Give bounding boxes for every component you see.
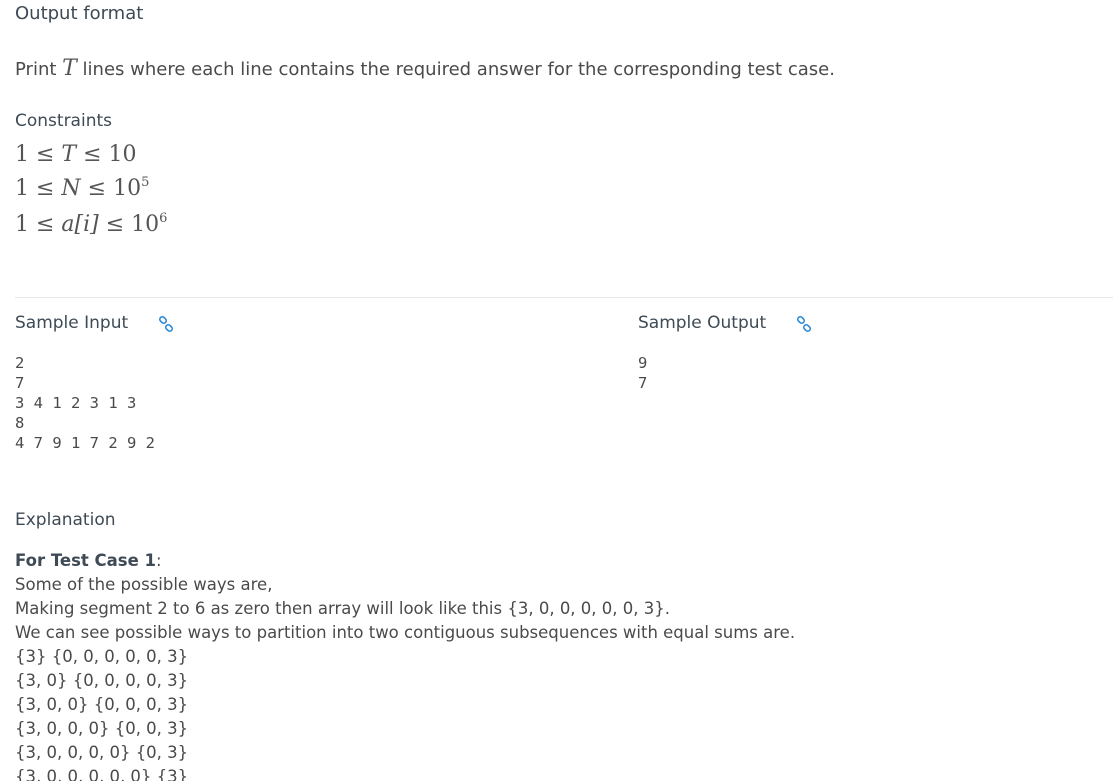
- explanation-line: {3, 0, 0} {0, 0, 0, 3}: [15, 695, 189, 714]
- sample-input-line: 4 7 9 1 7 2 9 2: [15, 434, 155, 452]
- explanation-line: {3, 0} {0, 0, 0, 0, 3}: [15, 671, 189, 690]
- output-format-var: T: [62, 56, 77, 81]
- sample-input-label: Sample Input: [15, 313, 129, 333]
- constraint-1-var: T: [61, 142, 77, 167]
- constraint-3-exponent: 6: [159, 211, 168, 226]
- sample-output-block: 9 7: [638, 353, 647, 393]
- explanation-line: {3} {0, 0, 0, 0, 0, 3}: [15, 647, 189, 666]
- explanation-line: {3, 0, 0, 0} {0, 0, 3}: [15, 719, 189, 738]
- constraint-2-var: N: [61, 176, 81, 201]
- sample-input-line: 3 4 1 2 3 1 3: [15, 394, 137, 412]
- explanation-body: Some of the possible ways are, Making se…: [15, 573, 795, 781]
- constraint-line-1: 1 ≤ T ≤ 10: [15, 142, 137, 167]
- constraint-3-rhs: ≤ 10: [98, 212, 160, 237]
- constraint-2-lhs: 1 ≤: [15, 176, 62, 201]
- section-divider: [15, 297, 1113, 298]
- constraint-line-2: 1 ≤ N ≤ 105: [15, 176, 149, 201]
- sample-output-line: 7: [638, 374, 648, 392]
- constraints-heading: Constraints: [15, 111, 112, 131]
- sample-input-line: 8: [15, 414, 25, 432]
- constraint-line-3: 1 ≤ a[i] ≤ 106: [15, 212, 167, 237]
- explanation-case-colon: :: [156, 551, 162, 570]
- output-format-text-before: Print: [15, 59, 63, 80]
- output-format-heading: Output format: [15, 3, 144, 24]
- sample-output-line: 9: [638, 354, 648, 372]
- explanation-line: {3, 0, 0, 0, 0} {0, 3}: [15, 743, 189, 762]
- sample-input-link-icon[interactable]: [158, 315, 174, 333]
- explanation-case-label: For Test Case 1:: [15, 549, 162, 573]
- constraint-1-rhs: ≤ 10: [76, 142, 137, 167]
- output-format-text-after: lines where each line contains the requi…: [76, 59, 835, 80]
- constraint-2-rhs: ≤ 10: [80, 176, 142, 201]
- explanation-line: {3, 0, 0, 0, 0, 0} {3}: [15, 767, 189, 781]
- constraint-3-var: a[i]: [61, 212, 99, 237]
- explanation-line: Some of the possible ways are,: [15, 575, 273, 594]
- sample-output-link-icon[interactable]: [796, 315, 812, 333]
- output-format-text: Print T lines where each line contains t…: [15, 56, 835, 81]
- explanation-line: Making segment 2 to 6 as zero then array…: [15, 599, 671, 618]
- explanation-heading: Explanation: [15, 510, 116, 530]
- sample-input-block: 2 7 3 4 1 2 3 1 3 8 4 7 9 1 7 2 9 2: [15, 353, 155, 453]
- constraint-1-lhs: 1 ≤: [15, 142, 62, 167]
- sample-input-line: 7: [15, 374, 25, 392]
- sample-output-label: Sample Output: [638, 313, 767, 333]
- sample-input-line: 2: [15, 354, 25, 372]
- explanation-line: We can see possible ways to partition in…: [15, 623, 796, 642]
- constraint-2-exponent: 5: [141, 175, 150, 190]
- explanation-case-title: For Test Case 1: [15, 551, 157, 570]
- constraint-3-lhs: 1 ≤: [15, 212, 62, 237]
